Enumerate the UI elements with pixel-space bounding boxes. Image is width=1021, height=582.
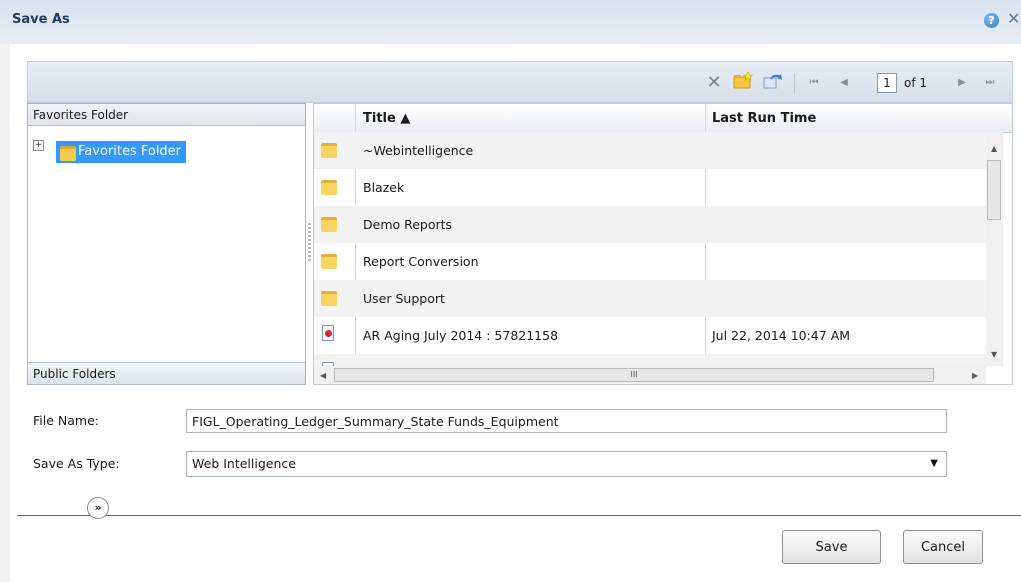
scroll-left-icon[interactable]: ◀: [320, 371, 326, 380]
pane-splitter[interactable]: [306, 103, 313, 385]
new-folder-icon-graphic: [733, 71, 754, 89]
favorites-folder-header[interactable]: Favorites Folder: [28, 104, 305, 126]
cancel-button[interactable]: Cancel: [903, 530, 983, 564]
folder-icon: [321, 180, 337, 195]
splitter-grip-icon[interactable]: [308, 223, 311, 263]
row-last-run-time: Jul 22, 2014 10:47 AM: [712, 328, 851, 343]
scroll-right-icon[interactable]: ▶: [972, 371, 978, 380]
refresh-icon-graphic: [763, 74, 782, 89]
table-row[interactable]: [314, 354, 986, 366]
folder-toolbar: ✕ ⏮ ◀ 1 of 1 ▶ ⏭: [27, 61, 1013, 103]
folder-icon: [321, 217, 337, 232]
file-name-label: File Name:: [33, 413, 99, 428]
footer-divider: [17, 515, 1021, 516]
tree-item-label: Favorites Folder: [78, 144, 182, 159]
save-as-type-select[interactable]: Web Intelligence ▼: [186, 451, 947, 477]
vertical-scroll-thumb[interactable]: [987, 160, 1001, 220]
refresh-icon[interactable]: [762, 72, 784, 94]
table-row[interactable]: User Support: [314, 280, 986, 317]
grid-body: ~Webintelligence Blazek Demo Reports Rep…: [314, 132, 986, 366]
row-title: Demo Reports: [363, 217, 453, 232]
row-title: Report Conversion: [363, 254, 479, 269]
folder-icon: [321, 291, 337, 306]
folder-icon: [321, 254, 337, 269]
table-row[interactable]: Blazek: [314, 169, 986, 206]
row-title: ~Webintelligence: [363, 143, 474, 158]
grid-header: Title ▲ Last Run Time: [314, 104, 1012, 133]
report-document-icon: [322, 325, 334, 341]
column-header-last-run-time[interactable]: Last Run Time: [712, 104, 816, 134]
row-title: User Support: [363, 291, 445, 306]
table-row[interactable]: ~Webintelligence: [314, 132, 986, 169]
row-title: Blazek: [363, 180, 405, 195]
save-button[interactable]: Save: [782, 530, 881, 564]
previous-page-icon[interactable]: ◀: [836, 72, 852, 94]
tree-item-favorites-folder[interactable]: Favorites Folder: [56, 141, 187, 163]
table-row[interactable]: AR Aging July 2014 : 57821158 Jul 22, 20…: [314, 317, 986, 354]
table-row[interactable]: Demo Reports: [314, 206, 986, 243]
dialog-left-border: [0, 44, 10, 582]
page-count: of 1: [904, 76, 928, 90]
next-page-icon[interactable]: ▶: [954, 72, 970, 94]
expand-icon[interactable]: +: [33, 140, 44, 151]
folder-icon: [321, 143, 337, 158]
toolbar-separator: [794, 73, 795, 93]
folder-tree-pane: Favorites Folder + Favorites Folder Publ…: [27, 103, 306, 385]
save-as-type-value: Web Intelligence: [192, 456, 296, 471]
last-page-icon[interactable]: ⏭: [982, 72, 998, 94]
expand-options-button[interactable]: »: [87, 497, 109, 519]
close-icon[interactable]: ✕: [1007, 10, 1021, 28]
first-page-icon[interactable]: ⏮: [806, 72, 822, 94]
dialog-title: Save As: [12, 12, 70, 27]
save-as-type-label: Save As Type:: [33, 456, 120, 471]
public-folders-header[interactable]: Public Folders: [28, 362, 305, 384]
help-icon[interactable]: ?: [984, 13, 999, 28]
row-title: AR Aging July 2014 : 57821158: [363, 328, 559, 343]
table-row[interactable]: Report Conversion: [314, 243, 986, 280]
folder-icon: [60, 146, 76, 161]
vertical-scrollbar[interactable]: ▲ ▼: [986, 132, 1003, 366]
file-name-input[interactable]: [186, 409, 947, 433]
dialog-titlebar: Save As ? ✕: [0, 0, 1021, 44]
horizontal-scrollbar[interactable]: ◀ III ▶: [314, 366, 986, 384]
scroll-up-icon[interactable]: ▲: [991, 144, 997, 153]
page-number-input[interactable]: 1: [877, 73, 897, 93]
dropdown-arrow-icon[interactable]: ▼: [930, 452, 938, 476]
column-header-title[interactable]: Title ▲: [363, 104, 410, 134]
new-folder-icon[interactable]: [732, 71, 754, 94]
scroll-down-icon[interactable]: ▼: [991, 350, 997, 359]
delete-icon[interactable]: ✕: [704, 72, 724, 94]
file-list-grid: Title ▲ Last Run Time ~Webintelligence B…: [313, 103, 1013, 385]
horizontal-scroll-thumb[interactable]: III: [334, 368, 934, 382]
